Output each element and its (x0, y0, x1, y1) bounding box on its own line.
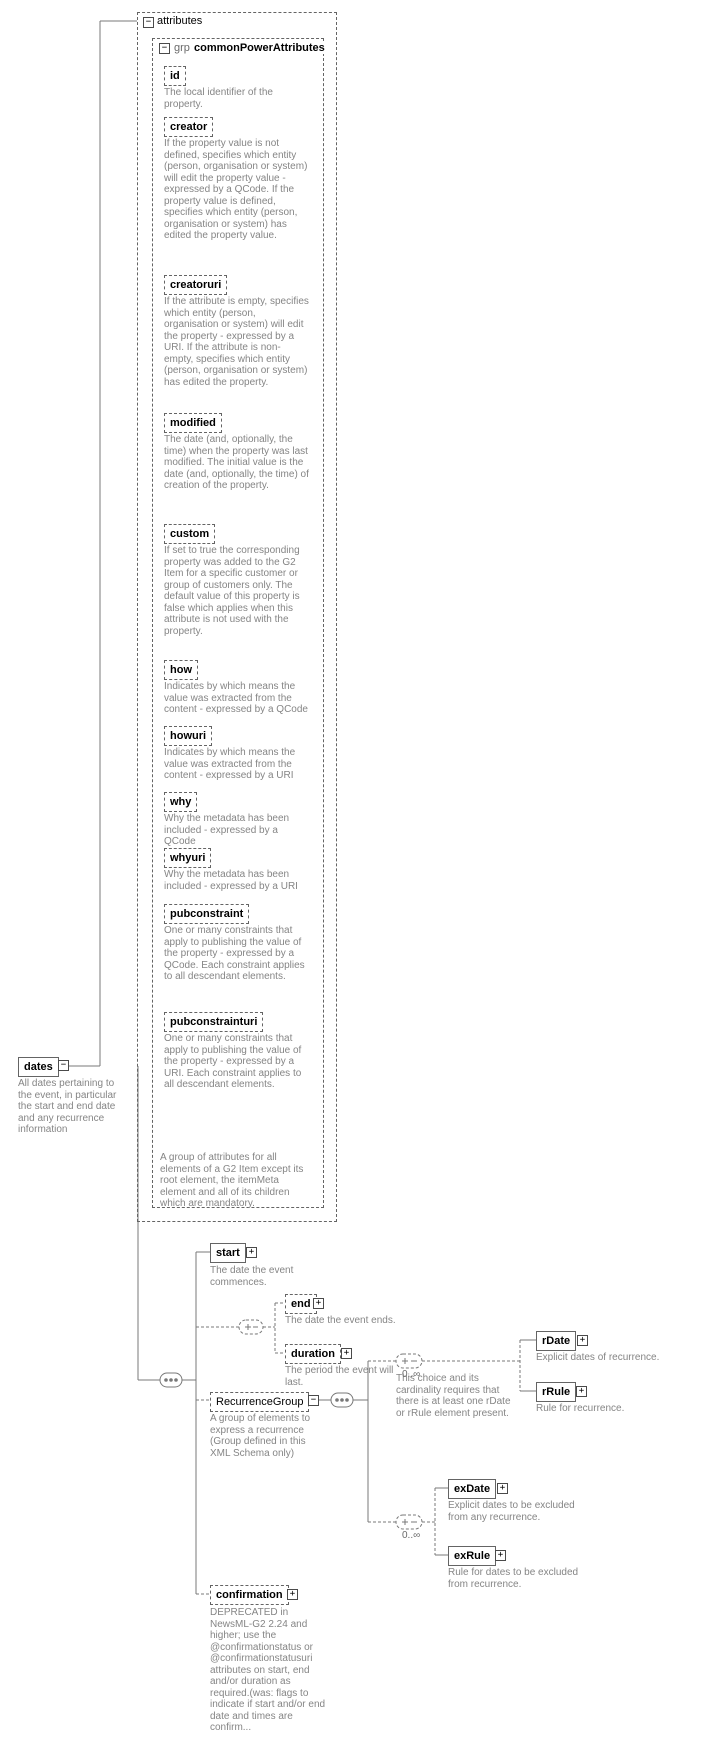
attr-pubconstraint-desc: One or many constraints that apply to pu… (164, 925, 309, 983)
attr-id: id (164, 66, 186, 86)
rrule-desc: Rule for recurrence. (536, 1403, 676, 1415)
duration-desc: The period the event will last. (285, 1365, 395, 1388)
attr-pubconstrainturi: pubconstrainturi (164, 1012, 263, 1032)
attr-pubconstraint: pubconstraint (164, 904, 249, 924)
attr-creatoruri-desc: If the attribute is empty, specifies whi… (164, 296, 309, 388)
attr-pubconstrainturi-desc: One or many constraints that apply to pu… (164, 1033, 309, 1091)
dates-desc: All dates pertaining to the event, in pa… (18, 1078, 126, 1136)
attr-id-desc: The local identifier of the property. (164, 87, 309, 110)
attr-custom-desc: If set to true the corresponding propert… (164, 545, 309, 637)
attr-creatoruri: creatoruri (164, 275, 227, 295)
element-rdate: rDate (536, 1331, 576, 1351)
element-exdate: exDate (448, 1479, 496, 1499)
group-toggle[interactable]: − (159, 43, 170, 54)
attr-creator-desc: If the property value is not defined, sp… (164, 138, 309, 242)
exrule-desc: Rule for dates to be excluded from recur… (448, 1567, 583, 1590)
attr-how: how (164, 660, 198, 680)
exrule-expand[interactable]: + (495, 1550, 506, 1561)
element-rrule: rRule (536, 1382, 576, 1402)
recgrp-expand[interactable]: − (308, 1395, 319, 1406)
attr-howuri: howuri (164, 726, 212, 746)
exdate-expand[interactable]: + (497, 1483, 508, 1494)
recurrence-group: RecurrenceGroup (210, 1392, 309, 1412)
start-expand[interactable]: + (246, 1247, 257, 1258)
rdate-expand[interactable]: + (577, 1335, 588, 1346)
rrule-expand[interactable]: + (576, 1386, 587, 1397)
attr-custom: custom (164, 524, 215, 544)
attr-why: why (164, 792, 197, 812)
group-desc: A group of attributes for all elements o… (160, 1152, 315, 1210)
confirm-expand[interactable]: + (287, 1589, 298, 1600)
confirm-desc: DEPRECATED in NewsML-G2 2.24 and higher;… (210, 1607, 330, 1734)
attr-modified-desc: The date (and, optionally, the time) whe… (164, 434, 309, 492)
choice-multiplicity-2: 0..∞ (402, 1530, 420, 1542)
element-duration: duration (285, 1344, 341, 1364)
group-name: commonPowerAttributes (194, 42, 325, 54)
attr-why-desc: Why the metadata has been included - exp… (164, 813, 309, 848)
end-expand[interactable]: + (313, 1298, 324, 1309)
attr-howuri-desc: Indicates by which means the value was e… (164, 747, 309, 782)
attr-how-desc: Indicates by which means the value was e… (164, 681, 309, 716)
rdate-desc: Explicit dates of recurrence. (536, 1352, 676, 1364)
element-start: start (210, 1243, 246, 1263)
element-end: end (285, 1294, 317, 1314)
attr-whyuri-desc: Why the metadata has been included - exp… (164, 869, 309, 892)
element-exrule: exRule (448, 1546, 496, 1566)
element-confirmation: confirmation (210, 1585, 289, 1605)
choice-multiplicity-1: 0..∞ (402, 1369, 420, 1381)
duration-expand[interactable]: + (341, 1348, 352, 1359)
exdate-desc: Explicit dates to be excluded from any r… (448, 1500, 578, 1523)
recgrp-desc: A group of elements to express a recurre… (210, 1413, 320, 1459)
attr-modified: modified (164, 413, 222, 433)
connector-lines (0, 0, 720, 1743)
attr-creator: creator (164, 117, 213, 137)
group-prefix: grp (174, 42, 190, 54)
attributes-toggle[interactable]: − (143, 17, 154, 28)
end-desc: The date the event ends. (285, 1315, 405, 1327)
attributes-label: attributes (157, 15, 202, 27)
start-desc: The date the event commences. (210, 1265, 310, 1288)
element-dates: dates (18, 1057, 59, 1077)
attr-whyuri: whyuri (164, 848, 211, 868)
dates-toggle[interactable]: − (58, 1060, 69, 1071)
